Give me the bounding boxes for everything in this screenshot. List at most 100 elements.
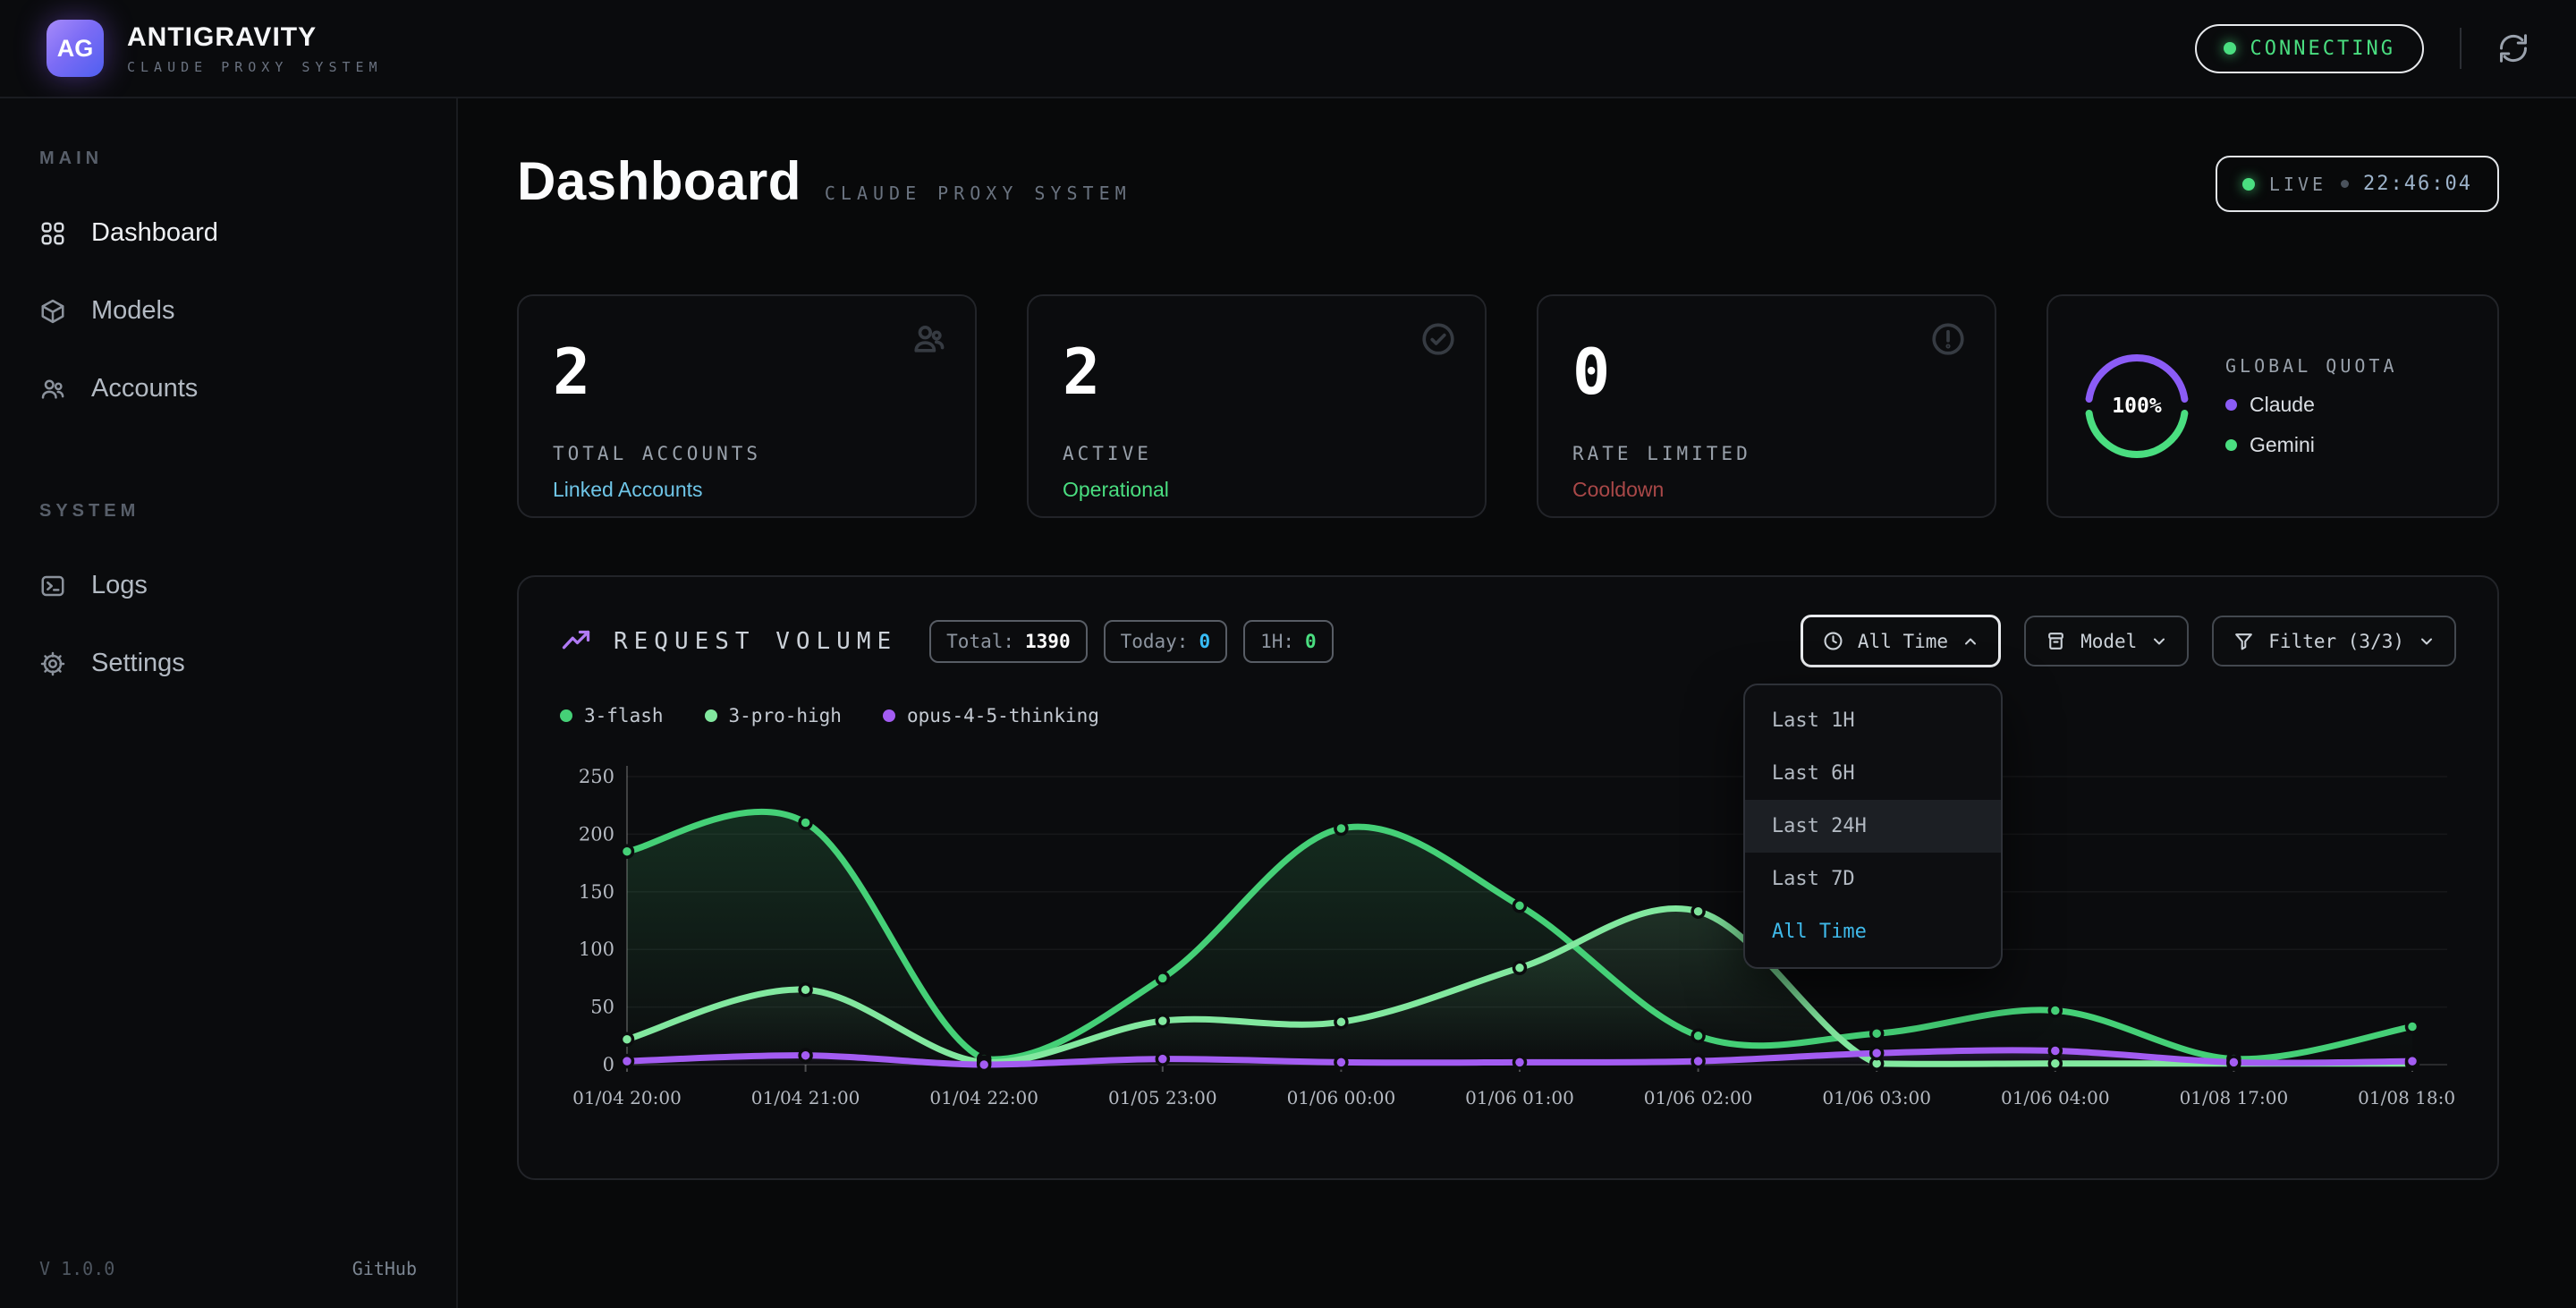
menu-item-last-1h[interactable]: Last 1H bbox=[1745, 694, 2001, 747]
sidebar-item-dashboard[interactable]: Dashboard bbox=[0, 194, 456, 272]
app-subtitle: CLAUDE PROXY SYSTEM bbox=[127, 59, 383, 75]
brand: AG ANTIGRAVITY CLAUDE PROXY SYSTEM bbox=[47, 20, 383, 77]
stat-label: RATE LIMITED bbox=[1572, 443, 1961, 464]
quota-legend-label: Gemini bbox=[2250, 433, 2315, 457]
badge-value: 0 bbox=[1305, 631, 1317, 652]
time-range-button[interactable]: All Time bbox=[1801, 615, 2001, 667]
badge-label: Total: bbox=[946, 631, 1014, 652]
app-version: V 1.0.0 bbox=[39, 1258, 114, 1279]
separator-dot bbox=[2341, 180, 2349, 188]
svg-text:01/08 17:00: 01/08 17:00 bbox=[2180, 1087, 2289, 1108]
clock-icon bbox=[1822, 630, 1844, 652]
status-label: CONNECTING bbox=[2250, 38, 2395, 60]
svg-text:01/06 00:00: 01/06 00:00 bbox=[1287, 1087, 1396, 1108]
box-icon bbox=[2045, 630, 2067, 652]
legend-item-opus-4-5-thinking[interactable]: opus-4-5-thinking bbox=[883, 705, 1099, 726]
clock-value: 22:46:04 bbox=[2363, 173, 2472, 195]
topbar: AG ANTIGRAVITY CLAUDE PROXY SYSTEM CONNE… bbox=[0, 0, 2576, 98]
svg-text:01/08 18:00: 01/08 18:00 bbox=[2358, 1087, 2456, 1108]
quota-legend-claude: Claude bbox=[2225, 393, 2398, 417]
stat-card-active: 2 ACTIVE Operational bbox=[1027, 294, 1487, 518]
cube-icon bbox=[39, 298, 66, 325]
github-link[interactable]: GitHub bbox=[352, 1258, 417, 1279]
stat-label: TOTAL ACCOUNTS bbox=[553, 443, 941, 464]
chevron-up-icon bbox=[1962, 633, 1979, 650]
stat-label: ACTIVE bbox=[1063, 443, 1451, 464]
stat-value: 0 bbox=[1572, 335, 1961, 409]
main-content: Dashboard CLAUDE PROXY SYSTEM LIVE 22:46… bbox=[458, 98, 2576, 1308]
legend-label: 3-pro-high bbox=[729, 705, 842, 726]
gemini-dot-icon bbox=[2225, 439, 2237, 451]
page-subtitle: CLAUDE PROXY SYSTEM bbox=[825, 183, 1131, 204]
filter-label: Filter (3/3) bbox=[2268, 631, 2404, 652]
svg-text:100: 100 bbox=[579, 939, 614, 960]
chevron-down-icon bbox=[2418, 633, 2436, 650]
legend-item-3-flash[interactable]: 3-flash bbox=[560, 705, 664, 726]
sidebar-item-logs[interactable]: Logs bbox=[0, 547, 456, 624]
sidebar-item-label: Accounts bbox=[91, 374, 198, 403]
divider bbox=[2460, 28, 2462, 69]
stat-card-total-accounts: 2 TOTAL ACCOUNTS Linked Accounts bbox=[517, 294, 977, 518]
model-button[interactable]: Model bbox=[2024, 616, 2189, 667]
grid-icon bbox=[39, 220, 66, 247]
svg-text:150: 150 bbox=[579, 881, 614, 903]
today-badge: Today: 0 bbox=[1104, 620, 1228, 663]
svg-text:01/04 20:00: 01/04 20:00 bbox=[572, 1087, 682, 1108]
nav-section-system: SYSTEM bbox=[0, 501, 456, 522]
users-icon bbox=[39, 376, 66, 403]
menu-item-last-24h[interactable]: Last 24H bbox=[1745, 800, 2001, 853]
request-volume-card: REQUEST VOLUME Total:1390 Today: 0 1H: 0 A… bbox=[517, 575, 2499, 1180]
sidebar: MAIN Dashboard Models Accounts SYSTEM bbox=[0, 98, 458, 1308]
gear-icon bbox=[39, 650, 66, 677]
svg-text:0: 0 bbox=[603, 1054, 614, 1075]
sidebar-item-label: Settings bbox=[91, 649, 185, 678]
stat-value: 2 bbox=[553, 335, 941, 409]
badge-value: 0 bbox=[1199, 631, 1210, 652]
quota-label: GLOBAL QUOTA bbox=[2225, 355, 2398, 377]
badge-label: 1H: bbox=[1260, 631, 1294, 652]
time-range-label: All Time bbox=[1858, 631, 1948, 652]
live-badge: LIVE 22:46:04 bbox=[2216, 156, 2499, 212]
connection-status-badge: CONNECTING bbox=[2195, 24, 2424, 73]
stat-value: 2 bbox=[1063, 335, 1451, 409]
app-title: ANTIGRAVITY bbox=[127, 22, 383, 53]
sidebar-item-label: Dashboard bbox=[91, 218, 218, 248]
total-badge: Total:1390 bbox=[929, 620, 1087, 663]
filter-button[interactable]: Filter (3/3) bbox=[2212, 616, 2456, 667]
legend-dot-icon bbox=[883, 709, 895, 722]
menu-item-last-7d[interactable]: Last 7D bbox=[1745, 853, 2001, 905]
legend-item-3-pro-high[interactable]: 3-pro-high bbox=[705, 705, 842, 726]
app-logo: AG bbox=[47, 20, 104, 77]
sidebar-item-accounts[interactable]: Accounts bbox=[0, 350, 456, 428]
svg-text:200: 200 bbox=[579, 823, 614, 845]
refresh-icon[interactable] bbox=[2497, 32, 2529, 64]
badge-label: Today: bbox=[1121, 631, 1189, 652]
menu-item-all-time[interactable]: All Time bbox=[1745, 905, 2001, 958]
menu-item-last-6h[interactable]: Last 6H bbox=[1745, 747, 2001, 800]
sidebar-item-settings[interactable]: Settings bbox=[0, 624, 456, 702]
svg-text:250: 250 bbox=[579, 766, 614, 787]
time-range-menu: Last 1HLast 6HLast 24HLast 7DAll Time bbox=[1743, 684, 2003, 969]
legend-dot-icon bbox=[705, 709, 717, 722]
stat-sublabel: Operational bbox=[1063, 478, 1451, 502]
chart-title: REQUEST VOLUME bbox=[614, 628, 897, 655]
quota-legend-gemini: Gemini bbox=[2225, 433, 2398, 457]
svg-text:01/05 23:00: 01/05 23:00 bbox=[1108, 1087, 1217, 1108]
chart-legend: 3-flash 3-pro-high opus-4-5-thinking bbox=[560, 705, 2456, 726]
svg-text:01/06 01:00: 01/06 01:00 bbox=[1465, 1087, 1574, 1108]
sidebar-item-models[interactable]: Models bbox=[0, 272, 456, 350]
svg-text:01/06 03:00: 01/06 03:00 bbox=[1822, 1087, 1931, 1108]
claude-dot-icon bbox=[2225, 399, 2237, 411]
page-title: Dashboard bbox=[517, 150, 801, 212]
request-volume-chart: 0 50 100 150 200 250 01/04 20:00 01/04 21:00 01/… bbox=[560, 750, 2456, 1143]
stat-sublabel: Linked Accounts bbox=[553, 478, 941, 502]
legend-label: 3-flash bbox=[584, 705, 664, 726]
model-label: Model bbox=[2080, 631, 2137, 652]
quota-ring: 100% bbox=[2079, 348, 2195, 464]
svg-text:01/04 21:00: 01/04 21:00 bbox=[751, 1087, 860, 1108]
funnel-icon bbox=[2233, 630, 2255, 652]
check-circle-icon bbox=[1419, 319, 1458, 359]
status-dot-icon bbox=[2224, 42, 2236, 55]
svg-text:01/06 04:00: 01/06 04:00 bbox=[2001, 1087, 2110, 1108]
svg-text:50: 50 bbox=[590, 997, 614, 1018]
